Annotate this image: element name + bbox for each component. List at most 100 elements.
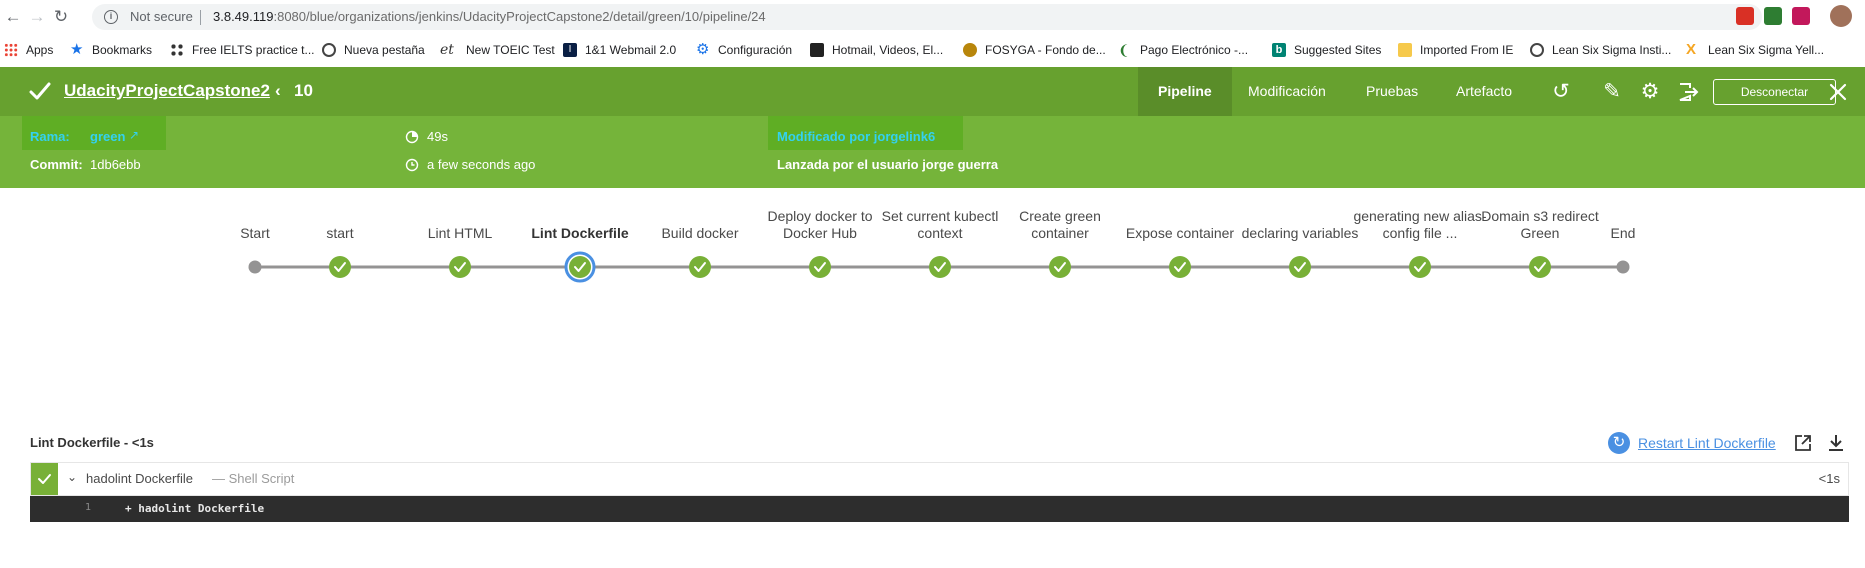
bookmark-label: FOSYGA - Fondo de...	[985, 43, 1106, 57]
security-status: Not secure	[130, 9, 193, 24]
stage-node[interactable]	[1616, 260, 1630, 274]
stage-node[interactable]	[929, 256, 951, 278]
stage-status-circle	[1169, 256, 1191, 278]
forward-icon[interactable]: →	[26, 6, 48, 28]
close-icon[interactable]	[1826, 80, 1850, 104]
stage-label[interactable]: declaring variables	[1230, 190, 1370, 242]
stage-label[interactable]: Lint HTML	[390, 190, 530, 242]
bookmark-suggested[interactable]: b Suggested Sites	[1272, 41, 1381, 59]
stage-label[interactable]: generating new alias-config file ...	[1350, 190, 1490, 242]
stage-label[interactable]: End	[1553, 190, 1693, 242]
stage-status-circle	[569, 256, 591, 278]
stage-node[interactable]	[689, 256, 711, 278]
stage-node[interactable]	[248, 260, 262, 274]
start-node-dot	[248, 260, 262, 274]
bookmark-nueva-pestana[interactable]: Nueva pestaña	[322, 41, 425, 59]
stage-status-circle	[449, 256, 471, 278]
bookmark-label: Suggested Sites	[1294, 43, 1382, 57]
bookmark-apps[interactable]: Apps	[4, 41, 53, 59]
logout-button[interactable]: Desconectar	[1713, 79, 1836, 105]
stage-label[interactable]: Deploy docker to Docker Hub	[750, 190, 890, 242]
stage-label[interactable]: start	[270, 190, 410, 242]
tab-tests[interactable]: Pruebas	[1346, 67, 1438, 116]
branch-label: Rama:	[30, 129, 70, 144]
bookmark-label: Hotmail, Videos, El...	[832, 43, 944, 57]
stage-node[interactable]	[1169, 256, 1191, 278]
download-icon[interactable]	[1826, 433, 1846, 453]
stage-status-circle	[1529, 256, 1551, 278]
info-icon[interactable]: i	[104, 10, 118, 24]
bookmark-label: 1&1 Webmail 2.0	[585, 43, 677, 57]
step-duration: <1s	[1818, 471, 1840, 486]
stage-node[interactable]	[564, 251, 596, 283]
stage-node[interactable]	[449, 256, 471, 278]
tab-artifacts[interactable]: Artefacto	[1436, 67, 1532, 116]
star-icon: ★	[70, 41, 84, 58]
url-text[interactable]: 3.8.49.119:8080/blue/organizations/jenki…	[213, 9, 766, 24]
run-duration: 49s	[427, 129, 448, 144]
tab-changes[interactable]: Modificación	[1228, 67, 1346, 116]
bookmark-pago[interactable]: ❨ Pago Electrónico -...	[1118, 41, 1248, 59]
bookmark-configuracion[interactable]: ⚙ Configuración	[696, 41, 792, 59]
stage-label[interactable]: Expose container	[1110, 190, 1250, 242]
gear-icon[interactable]: ⚙	[1638, 80, 1662, 104]
url-path: :8080/blue/organizations/jenkins/Udacity…	[273, 9, 766, 24]
stage-node[interactable]	[1289, 256, 1311, 278]
console-output: 1 + hadolint Dockerfile	[30, 496, 1849, 522]
address-divider	[200, 10, 201, 25]
stage-node[interactable]	[1409, 256, 1431, 278]
branch-link[interactable]: green	[90, 129, 125, 144]
extension-pink-icon[interactable]	[1792, 7, 1810, 25]
bookmark-toeic[interactable]: et New TOEIC Test	[440, 41, 555, 59]
stage-node[interactable]	[1049, 256, 1071, 278]
bookmark-lean-yell[interactable]: X Lean Six Sigma Yell...	[1686, 41, 1824, 59]
rerun-icon[interactable]: ↺	[1549, 80, 1573, 104]
stage-status-circle	[1289, 256, 1311, 278]
address-bar[interactable]: i Not secure 3.8.49.119:8080/blue/organi…	[92, 4, 1762, 30]
run-summary: Rama: green ↗ Commit: 1db6ebb 49s a few …	[0, 116, 1865, 188]
extension-red-icon[interactable]	[1736, 7, 1754, 25]
bookmark-label: Apps	[26, 43, 54, 57]
step-row[interactable]: ⌄ hadolint Dockerfile — Shell Script <1s	[30, 462, 1849, 496]
external-link-icon[interactable]: ↗	[129, 128, 139, 142]
bookmark-bookmarks[interactable]: ★ Bookmarks	[70, 41, 152, 59]
leaf-icon: ❨	[1118, 42, 1130, 58]
back-icon[interactable]: ←	[2, 6, 24, 28]
reload-icon[interactable]: ↻	[50, 6, 72, 28]
url-host: 3.8.49.119	[213, 9, 274, 24]
bookmark-label: Imported From IE	[1420, 43, 1514, 57]
chevron-down-icon[interactable]: ⌄	[67, 470, 77, 484]
stage-node[interactable]	[1529, 256, 1551, 278]
step-success-icon	[38, 474, 51, 484]
classic-view-icon[interactable]	[1676, 80, 1700, 104]
edit-icon[interactable]: ✎	[1600, 80, 1624, 104]
stage-label[interactable]: Lint Dockerfile	[510, 190, 650, 242]
bookmark-label: Bookmarks	[92, 43, 153, 57]
tab-pipeline[interactable]: Pipeline	[1138, 67, 1232, 116]
changed-by: Modificado por jorgelink6	[777, 129, 936, 144]
profile-avatar[interactable]	[1830, 5, 1852, 27]
step-log-title: Lint Dockerfile - <1s	[30, 435, 154, 450]
stage-label[interactable]: Create green container	[990, 190, 1130, 242]
bookmark-imported[interactable]: Imported From IE	[1398, 41, 1513, 59]
stage-node[interactable]	[329, 256, 351, 278]
bookmark-webmail[interactable]: I 1&1 Webmail 2.0	[563, 41, 676, 59]
open-log-icon[interactable]	[1793, 433, 1813, 453]
stage-node[interactable]	[809, 256, 831, 278]
bookmark-fosyga[interactable]: FOSYGA - Fondo de...	[963, 41, 1106, 59]
project-link[interactable]: UdacityProjectCapstone2	[64, 81, 270, 101]
hotmail-icon	[810, 43, 824, 57]
extension-tree-icon[interactable]	[1764, 7, 1782, 25]
bookmark-lean-insti[interactable]: Lean Six Sigma Insti...	[1530, 41, 1671, 59]
stage-label[interactable]: Set current kubectl context	[870, 190, 1010, 242]
stage-status-circle	[1049, 256, 1071, 278]
bookmark-hotmail[interactable]: Hotmail, Videos, El...	[810, 41, 943, 59]
restart-stage-button[interactable]: ↻ Restart Lint Dockerfile	[1608, 431, 1776, 455]
stage-label[interactable]: Build docker	[630, 190, 770, 242]
restart-stage-link[interactable]: Restart Lint Dockerfile	[1638, 435, 1776, 451]
commit-hash[interactable]: 1db6ebb	[90, 157, 141, 172]
folder-icon	[1398, 43, 1412, 57]
ielts-icon	[170, 43, 184, 57]
person-icon: X	[1686, 41, 1697, 58]
bookmark-ielts[interactable]: Free IELTS practice t...	[170, 41, 314, 59]
